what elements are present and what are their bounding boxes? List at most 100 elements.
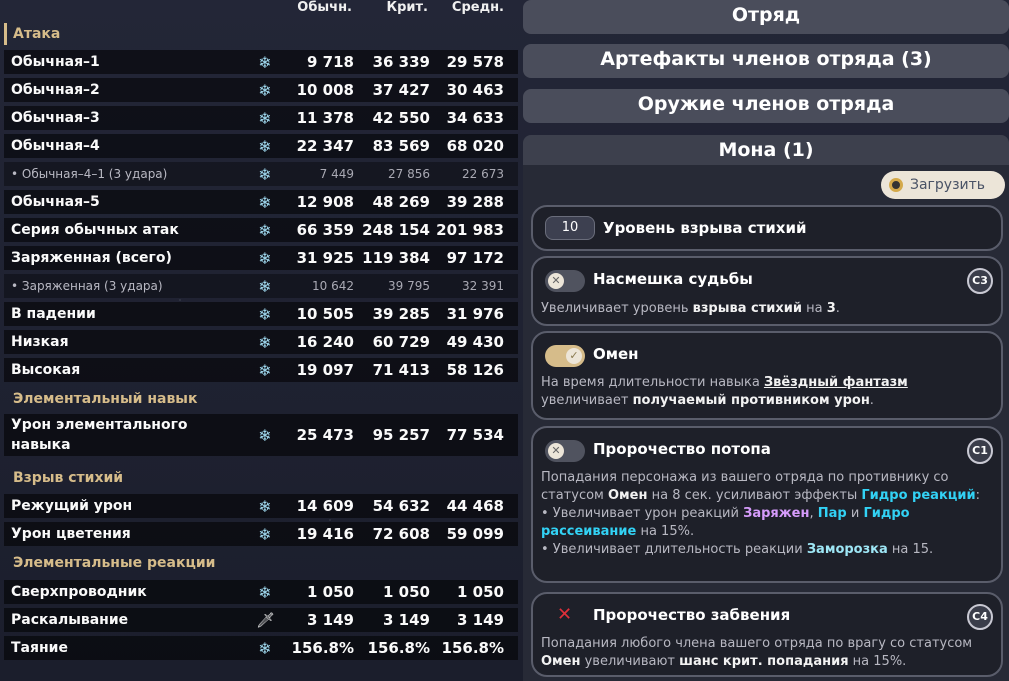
character-title[interactable]: Мона (1) bbox=[523, 135, 1009, 167]
c3-title: Насмешка судьбы bbox=[593, 270, 753, 288]
c3-card: ✕ Насмешка судьбы C3 Увеличивает уровень… bbox=[531, 256, 1003, 326]
close-icon[interactable]: ✕ bbox=[557, 604, 572, 625]
omen-toggle[interactable]: ✓ bbox=[545, 345, 585, 367]
value-normal: 16 240 bbox=[296, 333, 354, 351]
burst-level-input[interactable]: 10 bbox=[545, 216, 595, 240]
value-normal: 19 097 bbox=[296, 361, 354, 379]
value-normal: 31 925 bbox=[296, 249, 354, 267]
table-row: Сверхпроводник ❄ 1 050 1 050 1 050 bbox=[4, 580, 518, 604]
check-icon: ✓ bbox=[566, 348, 582, 364]
row-label: Раскалывание bbox=[11, 612, 129, 628]
table-row: Высокая ❄ 19 097 71 413 58 126 bbox=[4, 358, 518, 382]
c1-desc: Попадания персонажа из вашего отряда по … bbox=[541, 470, 981, 557]
damage-table: Обычн. Крит. Средн. Атака Обычная–1 ❄ 9 71… bbox=[0, 0, 518, 681]
value-avg: 39 288 bbox=[446, 193, 504, 211]
value-normal: 14 609 bbox=[296, 497, 354, 515]
value-crit: 156.8% bbox=[367, 639, 430, 657]
value-avg: 29 578 bbox=[446, 53, 504, 71]
table-row: Таяние ❄ 156.8% 156.8% 156.8% bbox=[4, 636, 518, 660]
hydro-icon: ❄ bbox=[258, 304, 272, 324]
value-avg: 44 468 bbox=[446, 497, 504, 515]
table-row: Урон элементального навыка ❄ 25 473 95 257 7… bbox=[4, 414, 518, 456]
value-crit: 36 339 bbox=[372, 53, 430, 71]
load-button[interactable]: Загрузить bbox=[881, 171, 1005, 199]
col-crit: Крит. bbox=[386, 0, 428, 15]
row-label: Обычная–4 bbox=[11, 138, 100, 154]
weapons-header[interactable]: Оружие членов отряда bbox=[523, 89, 1009, 123]
value-avg: 3 149 bbox=[457, 611, 504, 629]
hydro-icon: ❄ bbox=[258, 248, 272, 268]
value-crit: 37 427 bbox=[372, 81, 430, 99]
value-crit: 119 384 bbox=[362, 249, 430, 267]
value-avg: 201 983 bbox=[436, 221, 504, 239]
hydro-icon: ❄ bbox=[258, 496, 272, 516]
section-reactions: Элементальные реакции bbox=[13, 555, 216, 571]
value-crit: 42 550 bbox=[372, 109, 430, 127]
row-label: Обычная–3 bbox=[11, 110, 100, 126]
value-avg: 59 099 bbox=[446, 525, 504, 543]
value-crit: 48 269 bbox=[372, 193, 430, 211]
artifacts-header[interactable]: Артефакты членов отряда (3) bbox=[523, 44, 1009, 78]
row-label: Низкая bbox=[11, 334, 69, 350]
table-row: Заряженная (всего) ❄ 31 925 119 384 97 172 bbox=[4, 246, 518, 270]
value-avg: 156.8% bbox=[441, 639, 504, 657]
value-crit: 95 257 bbox=[372, 426, 430, 444]
value-normal: 10 642 bbox=[312, 279, 354, 293]
value-crit: 83 569 bbox=[372, 137, 430, 155]
hydro-icon: ❄ bbox=[258, 524, 272, 544]
value-crit: 54 632 bbox=[372, 497, 430, 515]
value-normal: 25 473 bbox=[296, 426, 354, 444]
table-row: Низкая ❄ 16 240 60 729 49 430 bbox=[4, 330, 518, 354]
section-burst: Взрыв стихий bbox=[13, 470, 124, 486]
c4-badge: C4 bbox=[967, 604, 993, 630]
value-avg: 49 430 bbox=[446, 333, 504, 351]
value-normal: 3 149 bbox=[307, 611, 354, 629]
c3-toggle[interactable]: ✕ bbox=[545, 270, 585, 292]
hydro-icon: ❄ bbox=[258, 136, 272, 156]
table-row: Раскалывание 🗡 3 149 3 149 3 149 bbox=[4, 608, 518, 632]
value-normal: 9 718 bbox=[307, 53, 354, 71]
value-normal: 1 050 bbox=[307, 583, 354, 601]
row-label: Урон цветения bbox=[11, 526, 131, 542]
section-skill: Элементальный навык bbox=[13, 391, 198, 407]
row-label: Урон элементального навыка bbox=[11, 417, 188, 453]
row-label: Высокая bbox=[11, 362, 81, 378]
off-icon: ✕ bbox=[548, 443, 564, 459]
section-attack: Атака bbox=[4, 23, 518, 45]
row-label: Обычная–5 bbox=[11, 194, 100, 210]
table-row: Обычная–2 ❄ 10 008 37 427 30 463 bbox=[4, 78, 518, 102]
hydro-icon: ❄ bbox=[258, 332, 272, 352]
value-crit: 39 795 bbox=[388, 279, 430, 293]
table-row: Режущий урон ❄ 14 609 54 632 44 468 bbox=[4, 494, 518, 518]
row-label: Серия обычных атак bbox=[11, 222, 179, 238]
team-header[interactable]: Отряд bbox=[523, 0, 1009, 34]
col-normal: Обычн. bbox=[297, 0, 352, 15]
hydro-icon: ❄ bbox=[258, 80, 272, 100]
value-avg: 77 534 bbox=[446, 426, 504, 444]
burst-level-card: 10 Уровень взрыва стихий bbox=[531, 205, 1003, 251]
row-label: Режущий урон bbox=[11, 498, 133, 514]
table-row: Обычная–4 ❄ 22 347 83 569 68 020 bbox=[4, 134, 518, 158]
c1-toggle[interactable]: ✕ bbox=[545, 440, 585, 462]
row-label: Обычная–2 bbox=[11, 82, 100, 98]
c1-card: ✕ Пророчество потопа C1 Попадания персон… bbox=[531, 426, 1003, 583]
load-icon bbox=[889, 178, 903, 192]
value-avg: 1 050 bbox=[457, 583, 504, 601]
c4-title: Пророчество забвения bbox=[593, 606, 791, 624]
load-label: Загрузить bbox=[910, 177, 986, 193]
row-label: Таяние bbox=[11, 640, 68, 656]
value-avg: 34 633 bbox=[446, 109, 504, 127]
hydro-icon: ❄ bbox=[258, 52, 272, 72]
table-row: • Обычная–4–1 (3 удара) ❄ 7 449 27 856 22 67… bbox=[4, 162, 518, 186]
c3-desc: Увеличивает уровень взрыва стихий на 3. bbox=[541, 301, 840, 316]
value-crit: 60 729 bbox=[372, 333, 430, 351]
row-label: Обычная–1 bbox=[11, 54, 100, 70]
col-avg: Средн. bbox=[451, 0, 504, 15]
value-normal: 10 008 bbox=[296, 81, 354, 99]
value-crit: 3 149 bbox=[383, 611, 430, 629]
hydro-icon: ❄ bbox=[258, 220, 272, 240]
omen-title: Омен bbox=[593, 345, 639, 363]
table-row: В падении ❄ 10 505 39 285 31 976 bbox=[4, 302, 518, 326]
sword-icon: 🗡 bbox=[256, 611, 276, 629]
value-avg: 58 126 bbox=[446, 361, 504, 379]
